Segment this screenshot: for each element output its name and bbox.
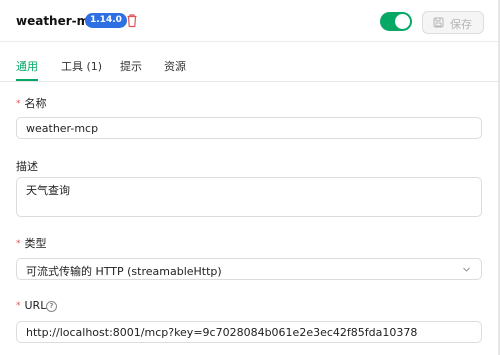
tab-resources[interactable]: 资源 (164, 58, 186, 74)
description-label: 描述 (16, 160, 38, 173)
toggle-knob (395, 14, 410, 29)
chevron-down-icon (463, 267, 470, 272)
save-button[interactable]: 保存 (422, 11, 484, 34)
save-icon (433, 17, 444, 28)
name-label: * 名称 (16, 97, 47, 110)
description-textarea[interactable]: 天气查询 (16, 177, 482, 217)
active-tab-indicator (16, 79, 38, 81)
save-label: 保存 (450, 18, 472, 31)
type-select-value: 可流式传输的 HTTP (streamableHttp) (26, 265, 222, 278)
url-label: * URL (16, 299, 47, 312)
help-circle-icon[interactable]: ? (46, 301, 57, 312)
tab-prompts[interactable]: 提示 (120, 58, 142, 74)
required-marker: * (16, 239, 21, 249)
tab-bar: 通用 工具 (1) 提示 资源 (0, 41, 498, 82)
enable-toggle[interactable] (380, 12, 412, 31)
required-marker: * (16, 99, 21, 109)
required-marker: * (16, 301, 21, 311)
server-header: weather-mcp 1.14.0 保存 (0, 0, 498, 42)
name-input[interactable]: weather-mcp (16, 117, 482, 139)
url-input[interactable]: http://localhost:8001/mcp?key=9c7028084b… (16, 321, 482, 343)
trash-icon[interactable] (126, 13, 138, 28)
type-label: * 类型 (16, 237, 47, 250)
version-badge: 1.14.0 (85, 13, 127, 28)
type-select[interactable]: 可流式传输的 HTTP (streamableHttp) (16, 258, 482, 280)
tab-general[interactable]: 通用 (16, 58, 38, 74)
tab-tools[interactable]: 工具 (1) (61, 58, 102, 74)
